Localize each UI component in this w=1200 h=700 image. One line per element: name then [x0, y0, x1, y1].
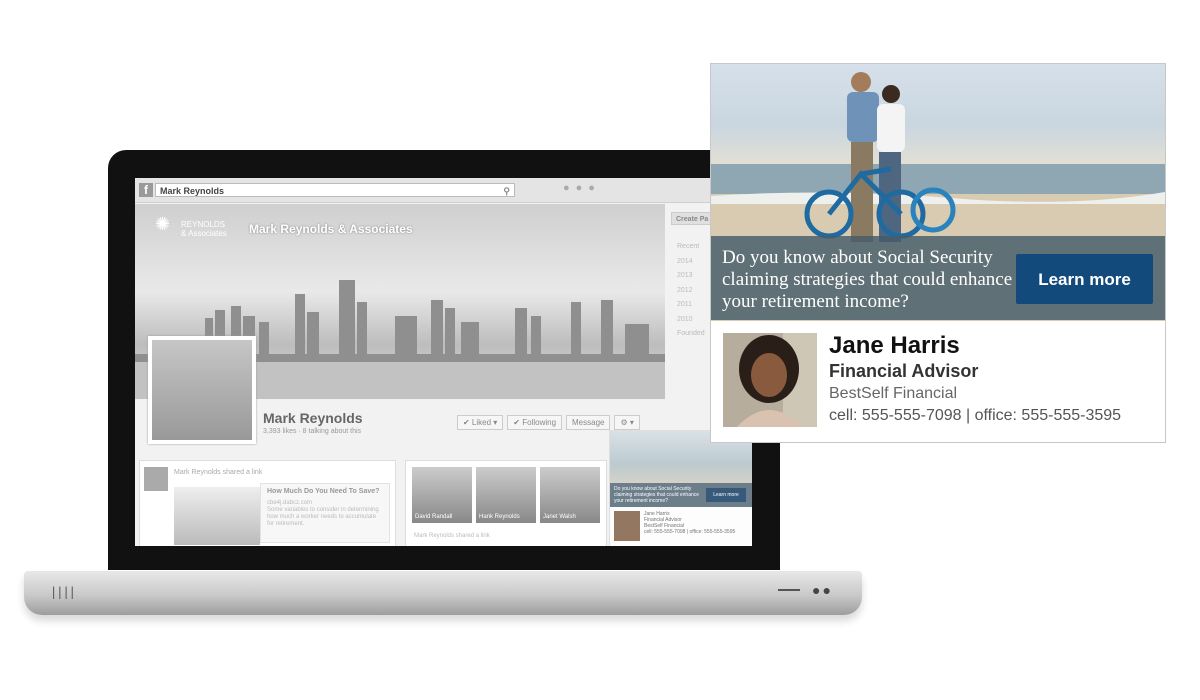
liked-button[interactable]: ✔ Liked ▾ — [457, 415, 504, 430]
profile-photo — [152, 340, 252, 440]
indicator-line — [778, 589, 800, 591]
search-value: Mark Reynolds — [160, 186, 225, 196]
post-footer: Mark Reynolds shared a link — [414, 533, 490, 539]
mini-ad-preview[interactable]: Do you know about Social Security claimi… — [609, 430, 752, 546]
following-button[interactable]: ✔ Following — [507, 415, 563, 430]
agent-company: BestSelf Financial — [829, 385, 958, 402]
shared-link-post: Mark Reynolds shared a link How Much Do … — [139, 460, 396, 546]
friend-photo[interactable]: Hank Reynolds — [476, 467, 536, 523]
year-item[interactable]: 2010 — [677, 313, 705, 328]
mini-learn-more-button[interactable]: Learn more — [706, 488, 746, 502]
friend-photo[interactable]: David Randall — [412, 467, 472, 523]
mini-agent-contact: cell: 555-555-7098 | office: 555-555-359… — [644, 529, 736, 535]
page-actions: ✔ Liked ▾ ✔ Following Message ⚙ ▾ — [457, 412, 644, 430]
profile-picture[interactable] — [148, 336, 256, 444]
year-item[interactable]: Founded — [677, 327, 705, 342]
link-title: How Much Do You Need To Save? — [267, 488, 380, 495]
company-logo: ✺ REYNOLDS & Associates — [155, 214, 241, 246]
notification-icons[interactable]: ●●● — [563, 182, 601, 194]
agent-title: Financial Advisor — [829, 361, 979, 381]
link-url: cbe4j.dabcz.com — [267, 500, 313, 506]
friend-photo[interactable]: Janet Walsh — [540, 467, 600, 523]
friends-post: David Randall Hank Reynolds Janet Walsh … — [405, 460, 607, 546]
search-input[interactable]: Mark Reynolds ⚲ — [155, 183, 515, 197]
mini-ad-question: Do you know about Social Security claimi… — [614, 486, 700, 504]
logo-line-1: REYNOLDS — [181, 220, 226, 229]
year-item[interactable]: Recent — [677, 240, 705, 255]
timeline-years: Recent 2014 2013 2012 2011 2010 Founded — [677, 240, 705, 342]
indicator-lights-icon: ●● — [812, 582, 833, 598]
laptop-screen: f Mark Reynolds ⚲ ●●● ✺ REYNOLDS & Assoc… — [135, 178, 752, 546]
link-description: Some variables to consider in determinin… — [267, 507, 379, 527]
avatar[interactable] — [144, 467, 168, 491]
search-icon[interactable]: ⚲ — [503, 184, 510, 198]
facebook-logo-icon[interactable]: f — [139, 183, 153, 197]
year-item[interactable]: 2012 — [677, 284, 705, 299]
ad-question: Do you know about Social Security claimi… — [722, 247, 1013, 312]
advisor-ad-card[interactable]: Do you know about Social Security claimi… — [710, 63, 1166, 443]
friend-name: David Randall — [415, 514, 453, 520]
learn-more-button[interactable]: Learn more — [1016, 254, 1153, 304]
year-item[interactable]: 2011 — [677, 298, 705, 313]
profile-name[interactable]: Mark Reynolds — [263, 410, 363, 426]
facebook-top-bar: f Mark Reynolds ⚲ ●●● — [135, 178, 752, 203]
year-item[interactable]: 2014 — [677, 255, 705, 270]
speaker-vent-icon: |||| — [50, 585, 76, 599]
mini-agent-info: Jane Harris Financial Advisor BestSelf F… — [644, 511, 735, 535]
post-header: Mark Reynolds shared a link — [174, 469, 263, 476]
message-button[interactable]: Message — [566, 415, 611, 430]
agent-contact: cell: 555-555-7098 | office: 555-555-359… — [829, 407, 1122, 424]
laptop-base: |||| ●● — [24, 571, 862, 615]
link-body: cbe4j.dabcz.com Some variables to consid… — [267, 500, 383, 528]
logo-line-2: & Associates — [181, 229, 227, 238]
agent-name: Jane Harris — [829, 332, 960, 359]
year-item[interactable]: 2013 — [677, 269, 705, 284]
agent-photo — [723, 333, 817, 427]
mini-agent-photo — [614, 511, 640, 541]
cover-title: Mark Reynolds & Associates — [249, 222, 413, 236]
post-thumbnail[interactable] — [174, 487, 260, 545]
logo-star-icon: ✺ — [155, 214, 171, 234]
profile-stats: 3,393 likes · 8 talking about this — [263, 428, 362, 435]
link-preview[interactable]: How Much Do You Need To Save? cbe4j.dabc… — [260, 483, 390, 543]
friend-name: Hank Reynolds — [479, 514, 520, 520]
settings-button[interactable]: ⚙ ▾ — [614, 415, 640, 430]
friend-name: Janet Walsh — [543, 514, 576, 520]
